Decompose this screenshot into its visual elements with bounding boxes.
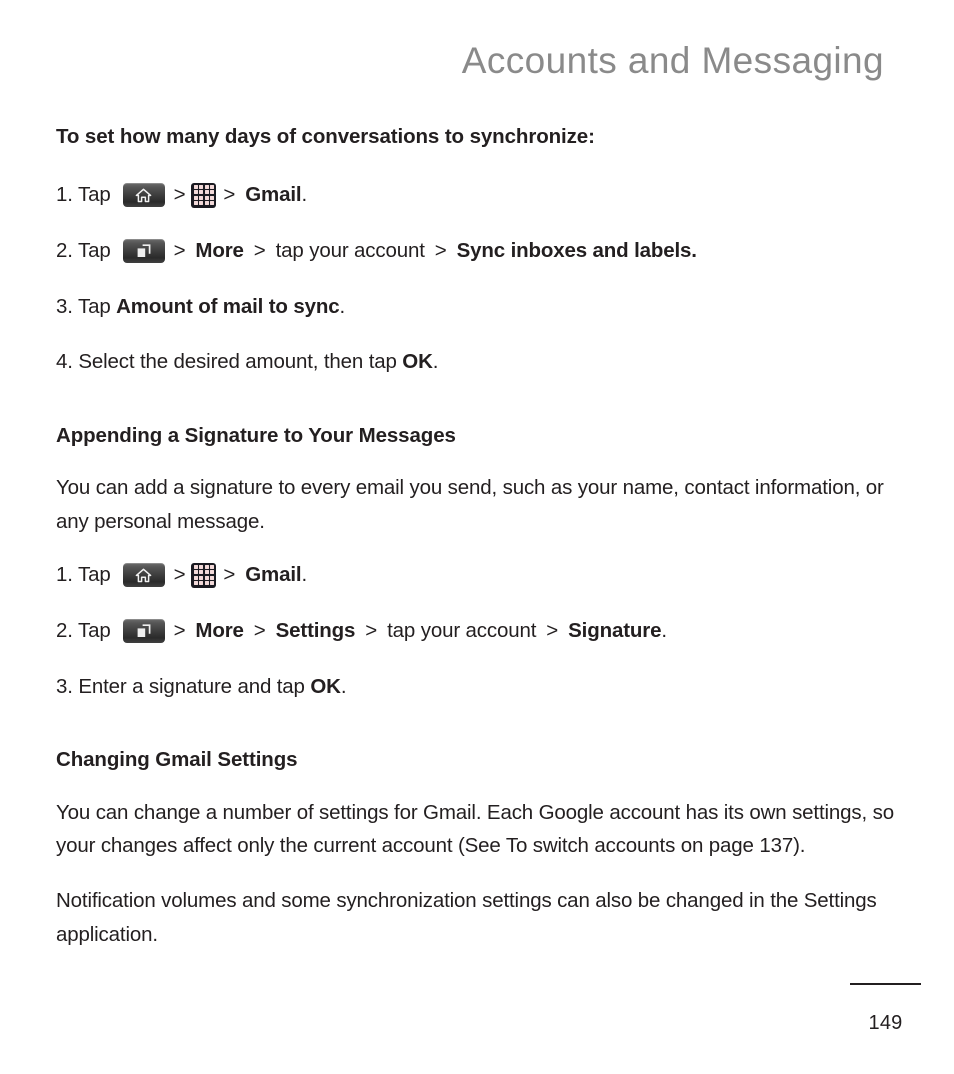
signature-section-heading: Appending a Signature to Your Messages xyxy=(56,424,456,448)
sync-step-4-suffix: . xyxy=(432,350,439,374)
signature-step-1-sep-2: > xyxy=(223,563,236,587)
home-key-icon[interactable] xyxy=(122,183,165,208)
apps-grid-cells xyxy=(193,565,214,586)
sync-step-2-sep-1: > xyxy=(173,238,186,262)
signature-step-3-target: OK xyxy=(310,674,341,698)
sync-step-2-sep-3: > xyxy=(434,238,447,262)
signature-step-2-account: tap your account xyxy=(387,618,537,642)
signature-step-1-app-name: Gmail xyxy=(245,563,302,587)
signature-step-2: 2. Tap > More > Settings > tap your acco… xyxy=(56,616,896,646)
sync-step-2-target: Sync inboxes and labels. xyxy=(456,238,697,262)
sync-step-2-account: tap your account xyxy=(275,238,425,262)
signature-step-1: 1. Tap > > Gmail . xyxy=(56,560,896,590)
menu-key-icon[interactable] xyxy=(122,618,165,643)
menu-key-icon[interactable] xyxy=(122,238,165,263)
sync-step-4-target: OK xyxy=(402,350,433,374)
signature-step-1-sep-1: > xyxy=(173,563,186,587)
page-title: Accounts and Messaging xyxy=(461,40,884,81)
sync-step-2: 2. Tap > More > tap your account > Sync … xyxy=(56,236,896,266)
sync-step-2-sep-2: > xyxy=(253,238,266,262)
apps-grid-icon[interactable] xyxy=(191,182,217,208)
signature-step-3-prefix: 3. Enter a signature and tap xyxy=(56,674,311,698)
page-content: To set how many days of conversations to… xyxy=(56,124,896,951)
signature-step-2-period: . xyxy=(661,618,667,642)
apps-grid-icon[interactable] xyxy=(191,562,217,588)
sync-step-1-sep-2: > xyxy=(223,183,236,207)
sync-step-1: 1. Tap > > Gmail . xyxy=(56,180,896,210)
sync-step-3: 3. Tap Amount of mail to sync . xyxy=(56,292,896,322)
page-number: 149 xyxy=(868,1012,903,1034)
sync-section-heading: To set how many days of conversations to… xyxy=(56,125,595,148)
signature-step-2-number: 2. Tap xyxy=(56,618,111,642)
sync-step-4: 4. Select the desired amount, then tap O… xyxy=(56,347,896,377)
signature-step-2-settings: Settings xyxy=(275,618,356,642)
sync-step-4-prefix: 4. Select the desired amount, then tap xyxy=(56,350,403,374)
footer-divider xyxy=(850,983,921,985)
signature-paragraph: You can add a signature to every email y… xyxy=(56,476,884,533)
signature-step-2-more: More xyxy=(195,618,244,642)
signature-step-2-target: Signature xyxy=(568,618,662,642)
signature-step-1-number: 1. Tap xyxy=(56,563,111,587)
signature-step-2-sep-4: > xyxy=(546,618,559,642)
sync-step-1-number: 1. Tap xyxy=(56,183,111,207)
settings-paragraph-2: Notification volumes and some synchroniz… xyxy=(56,889,877,946)
signature-step-3: 3. Enter a signature and tap OK . xyxy=(56,672,896,702)
signature-step-2-sep-1: > xyxy=(173,618,186,642)
signature-step-2-sep-2: > xyxy=(253,618,266,642)
sync-step-1-period: . xyxy=(301,183,307,207)
sync-step-2-more: More xyxy=(195,238,244,262)
apps-grid-cells xyxy=(193,185,214,206)
settings-paragraph-1: You can change a number of settings for … xyxy=(56,800,894,857)
sync-step-3-suffix: . xyxy=(339,294,346,318)
sync-step-2-number: 2. Tap xyxy=(56,238,111,262)
sync-step-3-target: Amount of mail to sync xyxy=(116,294,340,318)
sync-step-1-sep-1: > xyxy=(173,183,186,207)
sync-step-1-app-name: Gmail xyxy=(245,183,302,207)
home-key-icon[interactable] xyxy=(122,563,165,588)
sync-step-3-prefix: 3. Tap xyxy=(56,294,117,318)
signature-step-2-sep-3: > xyxy=(365,618,378,642)
settings-section-heading: Changing Gmail Settings xyxy=(56,748,298,772)
signature-step-3-suffix: . xyxy=(340,674,347,698)
signature-step-1-period: . xyxy=(301,563,307,587)
